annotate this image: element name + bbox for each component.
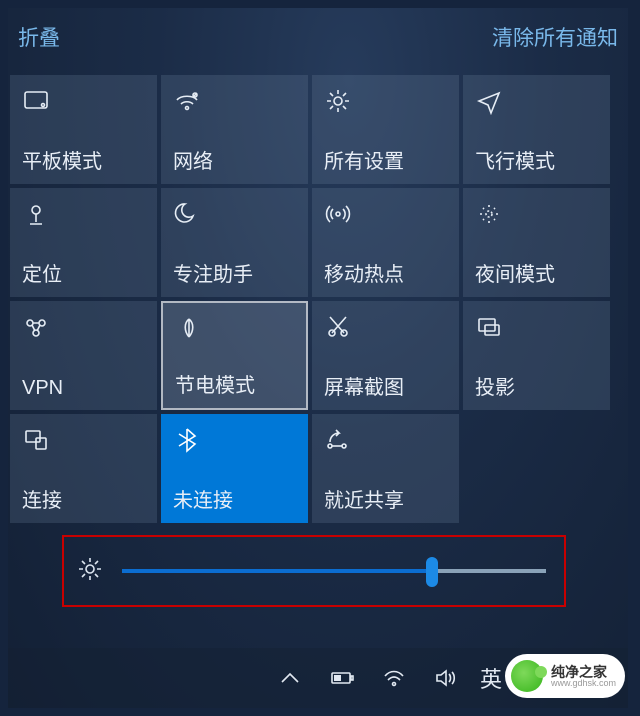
action-center-panel: 折叠 清除所有通知 平板模式 网络 所有设置 — [8, 8, 628, 708]
snip-icon — [324, 313, 352, 346]
tile-label: 定位 — [22, 258, 62, 287]
moon-icon — [173, 200, 201, 233]
battery-icon[interactable] — [330, 668, 354, 688]
tile-label: VPN — [22, 377, 63, 400]
tile-label: 飞行模式 — [475, 145, 555, 174]
tile-tablet-mode[interactable]: 平板模式 — [10, 75, 157, 184]
ime-language[interactable]: 英 — [480, 662, 502, 694]
tile-label: 就近共享 — [324, 484, 404, 513]
tile-hotspot[interactable]: 移动热点 — [312, 188, 459, 297]
tile-label: 投影 — [475, 371, 515, 400]
tile-label: 夜间模式 — [475, 258, 555, 287]
slider-fill — [122, 569, 432, 573]
airplane-icon — [475, 87, 503, 120]
brightness-icon — [76, 555, 104, 588]
tile-focus-assist[interactable]: 专注助手 — [161, 188, 308, 297]
tile-label: 未连接 — [173, 484, 233, 513]
share-icon — [324, 426, 352, 459]
tile-location[interactable]: 定位 — [10, 188, 157, 297]
connect-icon — [22, 426, 50, 459]
wifi-icon — [173, 87, 201, 120]
hotspot-icon — [324, 200, 352, 233]
volume-icon[interactable] — [434, 668, 458, 688]
brightness-slider[interactable] — [122, 569, 546, 573]
slider-thumb[interactable] — [426, 557, 438, 587]
logo-icon — [511, 660, 543, 692]
vpn-icon — [22, 313, 50, 346]
quick-actions-grid: 平板模式 网络 所有设置 飞行模式 — [8, 73, 628, 525]
tile-vpn[interactable]: VPN — [10, 301, 157, 410]
tile-nearby-share[interactable]: 就近共享 — [312, 414, 459, 523]
bluetooth-icon — [173, 426, 201, 459]
tile-label: 所有设置 — [324, 145, 404, 174]
tile-label: 网络 — [173, 145, 213, 174]
location-icon — [22, 200, 50, 233]
watermark-logo: 纯净之家 www.gdhsk.com — [505, 654, 625, 698]
tile-night-light[interactable]: 夜间模式 — [463, 188, 610, 297]
collapse-link[interactable]: 折叠 — [18, 22, 60, 52]
tile-connect[interactable]: 连接 — [10, 414, 157, 523]
tile-bluetooth[interactable]: 未连接 — [161, 414, 308, 523]
tile-label: 屏幕截图 — [324, 371, 404, 400]
tile-all-settings[interactable]: 所有设置 — [312, 75, 459, 184]
tile-project[interactable]: 投影 — [463, 301, 610, 410]
night-light-icon — [475, 200, 503, 233]
brightness-slider-highlight — [62, 535, 566, 607]
tile-label: 专注助手 — [173, 258, 253, 287]
tile-label: 节电模式 — [175, 369, 255, 398]
leaf-icon — [175, 315, 203, 348]
tile-label: 移动热点 — [324, 258, 404, 287]
tablet-icon — [22, 87, 50, 120]
slider-remain — [432, 569, 546, 573]
project-icon — [475, 313, 503, 346]
tile-screen-snip[interactable]: 屏幕截图 — [312, 301, 459, 410]
tile-label: 连接 — [22, 484, 62, 513]
tile-battery-saver[interactable]: 节电模式 — [161, 301, 308, 410]
logo-text: 纯净之家 www.gdhsk.com — [551, 665, 616, 688]
top-links: 折叠 清除所有通知 — [8, 8, 628, 52]
wifi-status-icon[interactable] — [382, 668, 406, 688]
clear-all-link[interactable]: 清除所有通知 — [492, 22, 618, 52]
tile-airplane[interactable]: 飞行模式 — [463, 75, 610, 184]
gear-icon — [324, 87, 352, 120]
tile-label: 平板模式 — [22, 145, 102, 174]
tile-network[interactable]: 网络 — [161, 75, 308, 184]
tray-overflow-icon[interactable] — [278, 668, 302, 688]
